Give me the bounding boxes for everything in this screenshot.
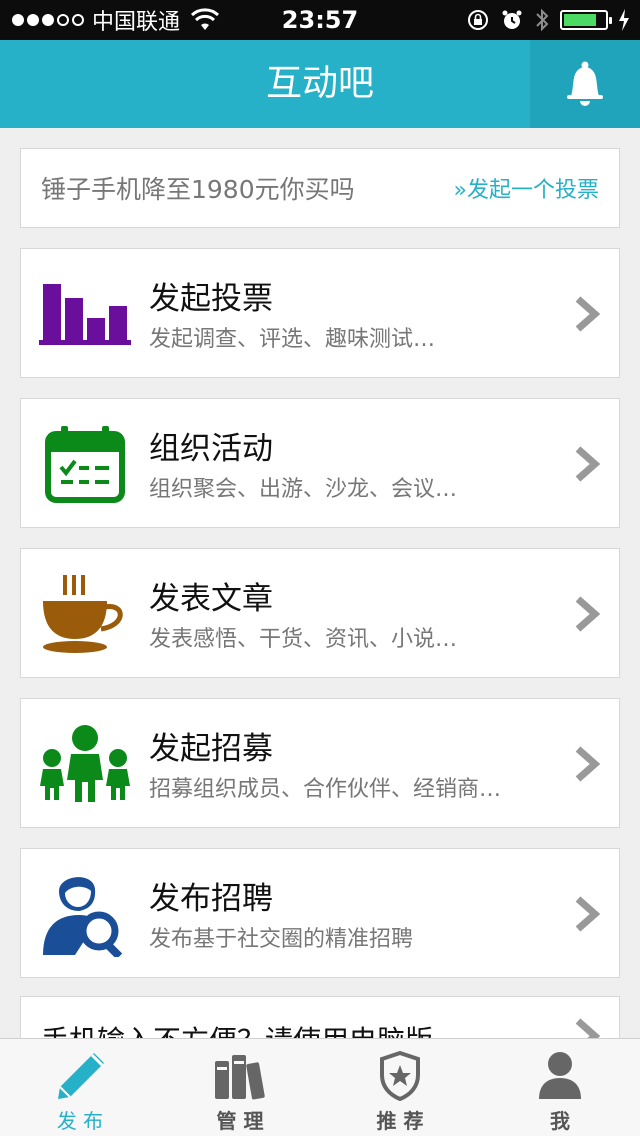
card-title: 发表文章 <box>149 581 273 617</box>
poll-question: 锤子手机降至1980元你买吗 <box>41 175 355 204</box>
card-desktop-version-hint[interactable]: 手机输入不方便？请使用电脑版 <box>20 996 620 1038</box>
card-description: 发表感悟、干货、资讯、小说… <box>149 627 458 652</box>
charging-icon <box>619 9 629 31</box>
chevron-right-icon <box>575 746 601 782</box>
nav-bar: 互动吧 <box>0 40 640 128</box>
notifications-button[interactable] <box>530 40 640 128</box>
coffee-cup-icon <box>39 569 131 659</box>
bluetooth-icon <box>536 8 549 32</box>
card-title: 发起招募 <box>149 731 273 767</box>
card-start-vote[interactable]: 发起投票 发起调查、评选、趣味测试… <box>20 248 620 378</box>
card-title: 组织活动 <box>149 431 273 467</box>
card-title: 手机输入不方便？请使用电脑版 <box>41 1019 433 1038</box>
tab-me[interactable]: 我 <box>480 1039 640 1136</box>
tab-bar: 发 布 管 理 推 荐 我 <box>0 1038 640 1136</box>
card-start-recruitment[interactable]: 发起招募 招募组织成员、合作伙伴、经销商… <box>20 698 620 828</box>
tab-manage[interactable]: 管 理 <box>160 1039 320 1136</box>
alarm-icon <box>502 10 522 29</box>
chevron-right-icon <box>575 446 601 482</box>
status-icons <box>466 6 630 34</box>
tab-label: 管 理 <box>216 1109 264 1133</box>
tab-recommend[interactable]: 推 荐 <box>320 1039 480 1136</box>
calendar-icon <box>39 419 131 509</box>
card-title: 发布招聘 <box>149 881 273 917</box>
person-icon <box>539 1052 581 1099</box>
card-publish-job[interactable]: 发布招聘 发布基于社交圈的精准招聘 <box>20 848 620 978</box>
chevron-right-icon <box>575 596 601 632</box>
books-icon <box>215 1055 265 1100</box>
tab-label: 我 <box>550 1109 570 1133</box>
chevron-right-icon <box>575 1018 601 1038</box>
page-title: 互动吧 <box>265 63 374 104</box>
bell-icon <box>567 61 603 106</box>
poll-banner[interactable]: 锤子手机降至1980元你买吗 »发起一个投票 <box>20 148 620 228</box>
rotation-lock-icon <box>468 10 488 30</box>
recruit-search-icon <box>39 869 131 959</box>
card-organize-activity[interactable]: 组织活动 组织聚会、出游、沙龙、会议… <box>20 398 620 528</box>
status-bar: 中国联通 23:57 <box>0 0 640 40</box>
card-description: 发起调查、评选、趣味测试… <box>149 327 436 352</box>
people-group-icon <box>39 719 131 809</box>
start-poll-link[interactable]: »发起一个投票 <box>454 172 599 204</box>
content-area[interactable]: 锤子手机降至1980元你买吗 »发起一个投票 发起投票 发起调查、评选、趣味测试… <box>0 128 640 1038</box>
card-title: 发起投票 <box>149 281 273 317</box>
card-description: 组织聚会、出游、沙龙、会议… <box>149 477 458 502</box>
card-description: 发布基于社交圈的精准招聘 <box>149 927 414 952</box>
bar-chart-icon <box>39 269 131 359</box>
chevron-right-icon <box>575 296 601 332</box>
chevron-right-icon <box>575 896 601 932</box>
tab-publish[interactable]: 发 布 <box>0 1039 160 1136</box>
tab-label: 推 荐 <box>376 1109 424 1133</box>
battery-icon <box>560 10 612 30</box>
tab-label: 发 布 <box>56 1109 104 1133</box>
card-publish-article[interactable]: 发表文章 发表感悟、干货、资讯、小说… <box>20 548 620 678</box>
card-description: 招募组织成员、合作伙伴、经销商… <box>149 777 502 802</box>
shield-star-icon <box>380 1051 420 1101</box>
pencil-icon <box>58 1053 104 1099</box>
